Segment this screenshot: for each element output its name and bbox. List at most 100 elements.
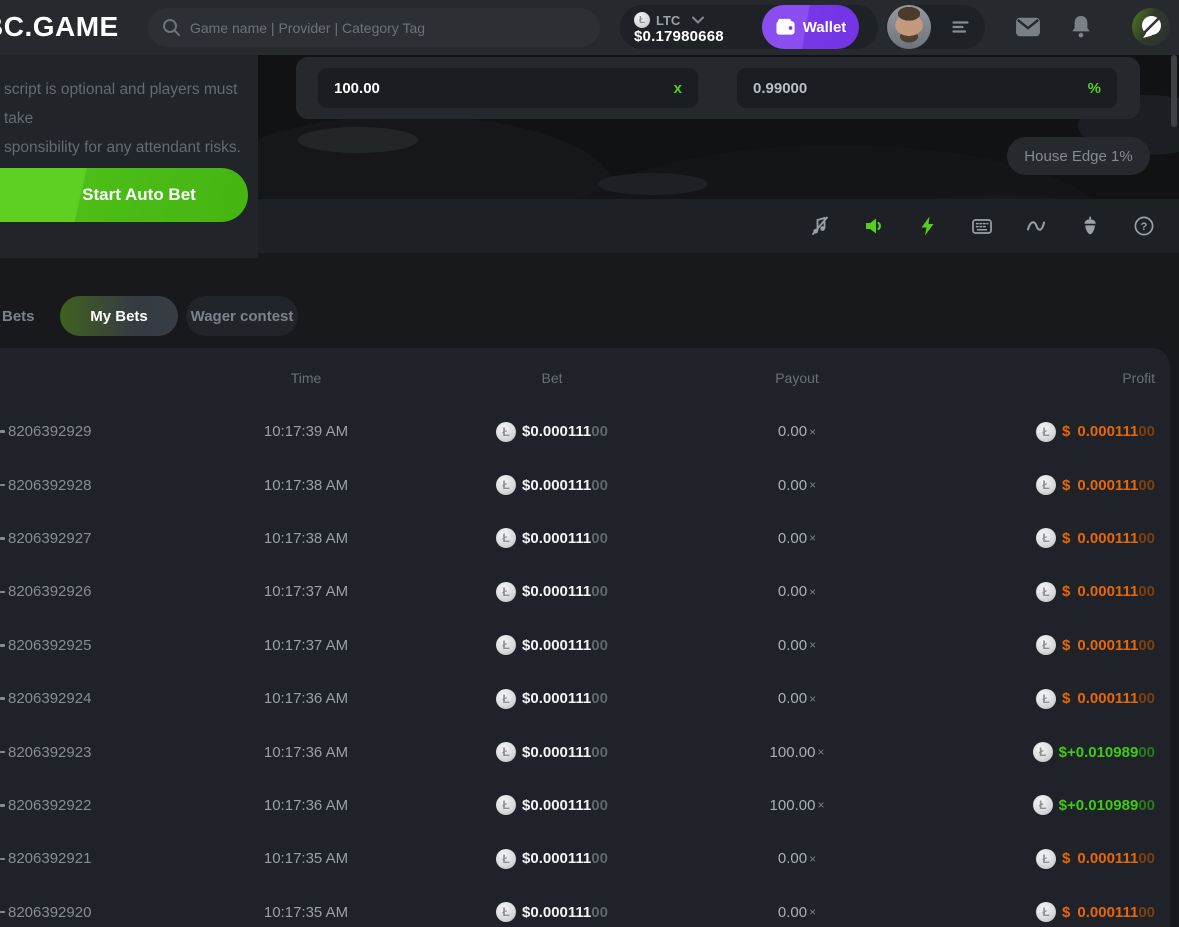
header-time: Time: [216, 370, 396, 386]
help-icon[interactable]: ?: [1133, 215, 1155, 237]
tab-all-bets[interactable]: Bets: [2, 296, 35, 336]
ltc-coin-icon: Ł: [496, 582, 516, 602]
live-stats-icon[interactable]: [1025, 215, 1047, 237]
bet-id: 8206392921: [0, 832, 200, 885]
screen: x % House Edge 1% ? scr: [0, 0, 1179, 927]
ltc-coin-icon: Ł: [1036, 849, 1056, 869]
bet-payout: 0.00×: [702, 458, 892, 511]
bet-time: 10:17:37 AM: [216, 619, 396, 672]
bet-payout: 0.00×: [702, 405, 892, 458]
bet-row[interactable]: 8206392929 10:17:39 AM Ł $0.00011100 0.0…: [0, 405, 1170, 458]
bet-time: 10:17:38 AM: [216, 458, 396, 511]
bet-row[interactable]: 8206392925 10:17:37 AM Ł $0.00011100 0.0…: [0, 619, 1170, 672]
ltc-coin-icon: Ł: [634, 12, 650, 28]
music-off-icon[interactable]: [809, 215, 831, 237]
bet-payout: 0.00×: [702, 832, 892, 885]
cloud-blob: [598, 173, 708, 195]
bet-id: 8206392927: [0, 512, 200, 565]
bet-row[interactable]: 8206392921 10:17:35 AM Ł $0.00011100 0.0…: [0, 832, 1170, 885]
ltc-coin-icon: Ł: [1036, 528, 1056, 548]
bet-list-icon: [951, 18, 970, 41]
profit-cell: Ł $0.00011100: [895, 832, 1155, 885]
bet-amount: Ł $0.00011100: [457, 779, 647, 832]
payout-multiplier-input[interactable]: [334, 80, 674, 97]
messages-icon[interactable]: [1015, 14, 1041, 45]
search-input[interactable]: [190, 20, 586, 36]
wallet-label: Wallet: [803, 19, 847, 36]
bet-row[interactable]: 8206392926 10:17:37 AM Ł $0.00011100 0.0…: [0, 565, 1170, 618]
bet-payout: 0.00×: [702, 512, 892, 565]
bet-id: 8206392920: [0, 886, 200, 927]
search-bar[interactable]: [148, 8, 600, 47]
bet-row[interactable]: 8206392928 10:17:38 AM Ł $0.00011100 0.0…: [0, 458, 1170, 511]
ltc-coin-icon: Ł: [496, 689, 516, 709]
start-auto-bet-button[interactable]: Start Auto Bet: [0, 168, 248, 222]
bets-tabs: Bets My Bets Wager contest: [0, 296, 1179, 336]
bet-row[interactable]: 8206392920 10:17:35 AM Ł $0.00011100 0.0…: [0, 886, 1170, 927]
cloud-blob: [298, 127, 418, 153]
ltc-coin-icon: Ł: [1036, 422, 1056, 442]
bet-amount: Ł $0.00011100: [457, 886, 647, 927]
bet-payout: 0.00×: [702, 619, 892, 672]
profile-menu[interactable]: [886, 5, 985, 49]
header-payout: Payout: [702, 370, 892, 386]
site-logo[interactable]: BC.GAME: [0, 11, 119, 43]
ltc-coin-icon: Ł: [496, 849, 516, 869]
autobet-sidebar: script is optional and players must take…: [0, 55, 258, 258]
bet-time: 10:17:35 AM: [216, 832, 396, 885]
tab-my-bets[interactable]: My Bets: [60, 296, 178, 336]
bet-row[interactable]: 8206392927 10:17:38 AM Ł $0.00011100 0.0…: [0, 512, 1170, 565]
profit-cell: Ł $+0.01098900: [895, 725, 1155, 778]
bet-id: 8206392924: [0, 672, 200, 725]
bet-time: 10:17:35 AM: [216, 886, 396, 927]
bet-amount: Ł $0.00011100: [457, 512, 647, 565]
bet-time: 10:17:36 AM: [216, 725, 396, 778]
bet-payout: 0.00×: [702, 886, 892, 927]
page-scrollbar-thumb[interactable]: [1171, 55, 1177, 127]
chat-button[interactable]: [1132, 8, 1170, 46]
ltc-coin-icon: Ł: [1036, 689, 1056, 709]
payout-multiplier-field[interactable]: x: [318, 68, 698, 108]
wallet-balance: $0.17980668: [634, 28, 724, 45]
win-chance-input[interactable]: [753, 80, 1088, 97]
bet-row[interactable]: 8206392922 10:17:36 AM Ł $0.00011100 100…: [0, 779, 1170, 832]
profit-cell: Ł $0.00011100: [895, 458, 1155, 511]
profit-cell: Ł $+0.01098900: [895, 779, 1155, 832]
currency-code: LTC: [656, 13, 680, 28]
ltc-coin-icon: Ł: [1033, 795, 1053, 815]
ltc-coin-icon: Ł: [496, 902, 516, 922]
ltc-coin-icon: Ł: [496, 635, 516, 655]
ltc-coin-icon: Ł: [1036, 475, 1056, 495]
bet-amount: Ł $0.00011100: [457, 565, 647, 618]
bet-row[interactable]: 8206392924 10:17:36 AM Ł $0.00011100 0.0…: [0, 672, 1170, 725]
profit-cell: Ł $0.00011100: [895, 405, 1155, 458]
bet-amount: Ł $0.00011100: [457, 672, 647, 725]
percent-suffix: %: [1088, 80, 1101, 97]
profit-cell: Ł $0.00011100: [895, 619, 1155, 672]
bet-payout: 0.00×: [702, 565, 892, 618]
avatar[interactable]: [887, 5, 931, 49]
ltc-coin-icon: Ł: [496, 742, 516, 762]
fairness-seed-icon[interactable]: [1079, 215, 1101, 237]
turbo-bolt-icon[interactable]: [917, 215, 939, 237]
game-toolbar: ?: [258, 199, 1179, 253]
bet-row[interactable]: 8206392923 10:17:36 AM Ł $0.00011100 100…: [0, 725, 1170, 778]
tab-wager-contest[interactable]: Wager contest: [186, 296, 298, 336]
svg-text:?: ?: [1141, 221, 1148, 233]
wallet-button[interactable]: Wallet: [762, 5, 859, 49]
win-chance-field[interactable]: %: [737, 68, 1117, 108]
bet-time: 10:17:37 AM: [216, 565, 396, 618]
ltc-coin-icon: Ł: [1036, 582, 1056, 602]
bet-amount: Ł $0.00011100: [457, 619, 647, 672]
bet-payout: 100.00×: [702, 725, 892, 778]
ltc-coin-icon: Ł: [1036, 902, 1056, 922]
notifications-bell-icon[interactable]: [1069, 14, 1093, 45]
search-icon: [162, 18, 181, 37]
hotkeys-keyboard-icon[interactable]: [971, 215, 993, 237]
profit-cell: Ł $0.00011100: [895, 886, 1155, 927]
bets-table-body: 8206392929 10:17:39 AM Ł $0.00011100 0.0…: [0, 405, 1170, 927]
chevron-down-icon: [692, 16, 704, 24]
sound-on-icon[interactable]: [863, 215, 885, 237]
bet-payout: 0.00×: [702, 672, 892, 725]
bet-time: 10:17:36 AM: [216, 779, 396, 832]
